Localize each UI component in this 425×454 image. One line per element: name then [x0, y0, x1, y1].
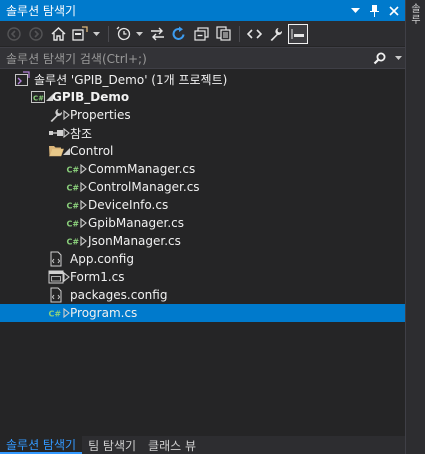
pending-changes-filter-icon[interactable]	[113, 24, 133, 44]
toolbar-separator	[239, 25, 240, 42]
preview-selected-items-icon[interactable]	[288, 23, 308, 44]
home-icon[interactable]	[48, 24, 68, 44]
tree-item[interactable]: C# CommManager.cs	[0, 160, 405, 178]
pin-icon[interactable]	[367, 3, 382, 18]
config-file-icon	[48, 251, 64, 267]
switch-views-dropdown-icon[interactable]	[92, 24, 100, 44]
tree-item-label: GpibManager.cs	[88, 216, 185, 230]
solution-explorer-panel: 솔루션 탐색기 솔루션 탐색기 검색(Ctrl+;) 솔루션 'GPIB_Dem…	[0, 0, 405, 454]
tree-item-label: 참조	[70, 126, 93, 141]
tree-item[interactable]: C# DeviceInfo.cs	[0, 196, 405, 214]
right-dock-strip: 솔루	[405, 0, 425, 454]
filter-dropdown-icon[interactable]	[135, 24, 143, 44]
csharp-file-icon: C#	[66, 161, 82, 177]
tree-item-label: packages.config	[70, 288, 168, 302]
svg-text:C#: C#	[67, 202, 80, 211]
tree-item-label: Program.cs	[70, 306, 138, 320]
csharp-file-icon: C#	[66, 215, 82, 231]
tree-item-label: JsonManager.cs	[88, 234, 181, 248]
solution-icon	[14, 71, 30, 87]
tree-item-label: ControlManager.cs	[88, 180, 200, 194]
tree-item[interactable]: Properties	[0, 106, 405, 124]
csharp-file-icon: C#	[66, 233, 82, 249]
close-icon[interactable]	[386, 3, 401, 18]
view-code-icon[interactable]	[244, 24, 264, 44]
svg-text:C#: C#	[49, 310, 62, 319]
forward-icon[interactable]	[26, 24, 46, 44]
panel-titlebar[interactable]: 솔루션 탐색기	[0, 0, 405, 21]
tree-item-label: CommManager.cs	[88, 162, 196, 176]
folder-open-icon	[48, 143, 64, 159]
tree-item[interactable]: 솔루션 'GPIB_Demo' (1개 프로젝트)	[0, 70, 405, 88]
tree-item[interactable]: C# JsonManager.cs	[0, 232, 405, 250]
tree-item-label: Properties	[70, 108, 131, 122]
tree-item-label: DeviceInfo.cs	[88, 198, 169, 212]
tree-item[interactable]: C# ControlManager.cs	[0, 178, 405, 196]
tree-item[interactable]: 참조	[0, 124, 405, 142]
search-input[interactable]: 솔루션 탐색기 검색(Ctrl+;)	[6, 50, 367, 67]
explorer-toolbar	[0, 21, 405, 46]
svg-text:C#: C#	[67, 166, 80, 175]
tree-item-label: Form1.cs	[70, 270, 125, 284]
right-dock-tab[interactable]: 솔루	[409, 4, 423, 26]
tree-item[interactable]: packages.config	[0, 286, 405, 304]
bottom-tab[interactable]: 솔루션 탐색기	[0, 436, 83, 454]
panel-title: 솔루션 탐색기	[6, 4, 77, 18]
bottom-tab-strip: 솔루션 탐색기 팀 탐색기 클래스 뷰	[0, 436, 405, 454]
tree-item[interactable]: App.config	[0, 250, 405, 268]
switch-views-icon[interactable]	[70, 24, 90, 44]
csharp-file-icon: C#	[66, 197, 82, 213]
references-icon	[48, 125, 64, 141]
toolbar-separator	[108, 25, 109, 42]
explorer-search[interactable]: 솔루션 탐색기 검색(Ctrl+;)	[0, 47, 405, 69]
tree-item-label: App.config	[70, 252, 134, 266]
solution-tree: 솔루션 'GPIB_Demo' (1개 프로젝트) C# GPIB_Demo Prop…	[0, 70, 405, 322]
csharp-project-icon: C#	[30, 89, 46, 105]
collapse-all-icon[interactable]	[191, 24, 211, 44]
bottom-tab[interactable]: 팀 탐색기	[82, 436, 142, 454]
bottom-tab[interactable]: 클래스 뷰	[142, 436, 202, 454]
properties-wrench-icon[interactable]	[266, 24, 286, 44]
tree-item-label: GPIB_Demo	[52, 90, 130, 104]
search-options-dropdown-icon[interactable]	[391, 56, 405, 60]
tree-item[interactable]: C# GpibManager.cs	[0, 214, 405, 232]
svg-text:C#: C#	[33, 95, 44, 103]
tree-item[interactable]: C# Program.cs	[0, 304, 405, 322]
svg-text:C#: C#	[67, 220, 80, 229]
sync-with-active-document-icon[interactable]	[147, 24, 167, 44]
svg-text:C#: C#	[67, 238, 80, 247]
window-position-dropdown-icon[interactable]	[348, 3, 363, 18]
back-icon[interactable]	[4, 24, 24, 44]
tree-item-label: Control	[70, 144, 114, 158]
tree-item[interactable]: C# GPIB_Demo	[0, 88, 405, 106]
tree-item[interactable]: Control	[0, 142, 405, 160]
show-all-files-icon[interactable]	[213, 24, 233, 44]
config-file-icon	[48, 287, 64, 303]
form-icon	[48, 269, 64, 285]
search-icon[interactable]	[367, 52, 391, 65]
tree-item-label: 솔루션 'GPIB_Demo' (1개 프로젝트)	[34, 72, 228, 87]
tree-item[interactable]: Form1.cs	[0, 268, 405, 286]
svg-text:C#: C#	[67, 184, 80, 193]
wrench-icon	[48, 107, 64, 123]
csharp-file-icon: C#	[48, 305, 64, 321]
csharp-file-icon: C#	[66, 179, 82, 195]
refresh-icon[interactable]	[169, 24, 189, 44]
